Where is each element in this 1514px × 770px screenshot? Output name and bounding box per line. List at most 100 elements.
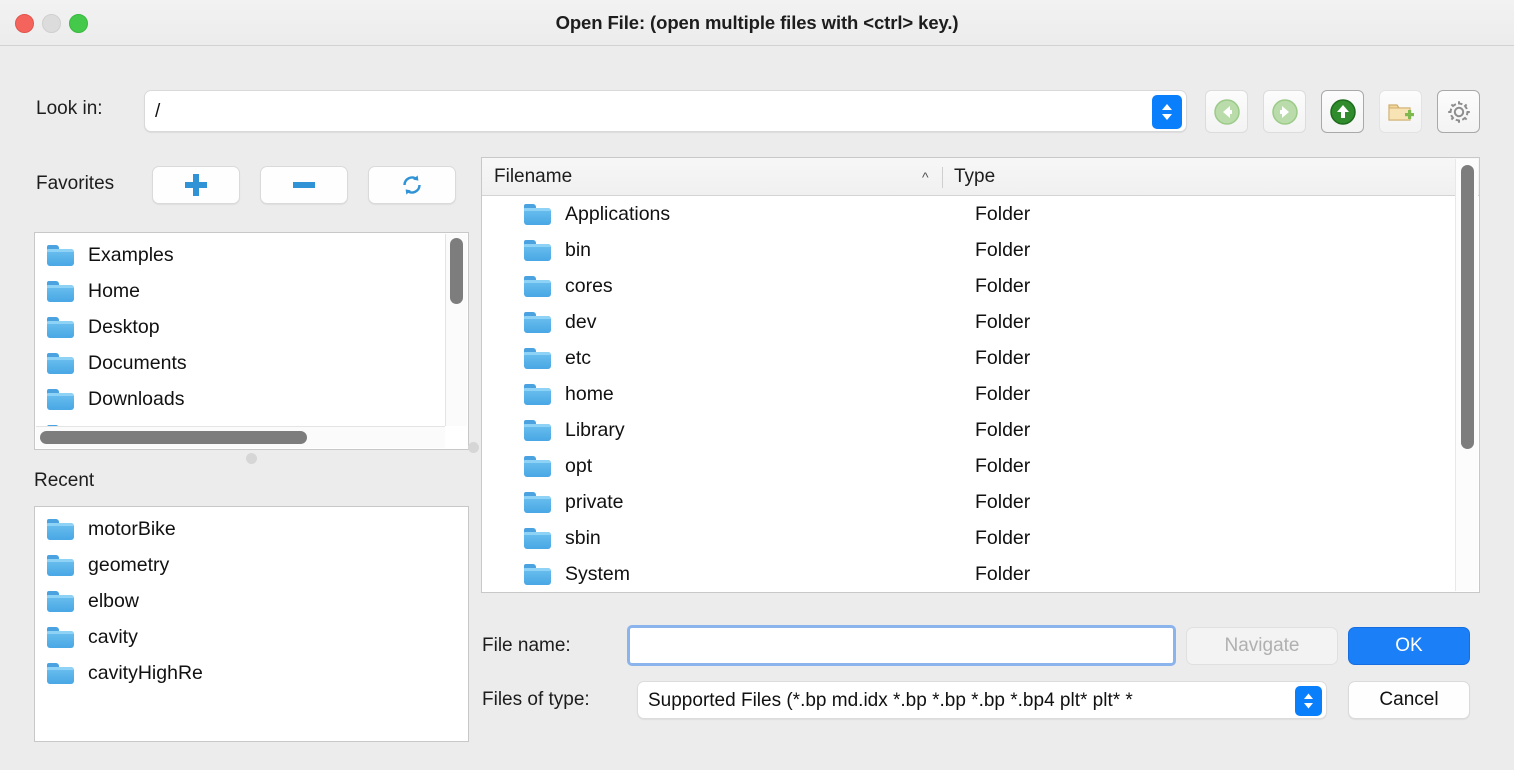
file-list-panel[interactable]: Filename ^ Type Applications Folder bin … bbox=[481, 157, 1480, 593]
file-name-cell: cores bbox=[565, 274, 613, 297]
file-list-header: Filename ^ Type bbox=[482, 158, 1479, 196]
column-header-filename[interactable]: Filename bbox=[494, 158, 572, 196]
files-of-type-label: Files of type: bbox=[482, 689, 590, 710]
file-type-cell: Folder bbox=[975, 382, 1031, 405]
scrollbar-thumb[interactable] bbox=[40, 431, 307, 444]
list-item[interactable]: Home bbox=[35, 273, 435, 309]
scrollbar-thumb[interactable] bbox=[450, 238, 463, 304]
arrow-left-circle-icon bbox=[1213, 98, 1240, 125]
list-item-label: elbow bbox=[88, 589, 139, 612]
table-row[interactable]: home Folder bbox=[482, 376, 1455, 412]
navigate-button[interactable]: Navigate bbox=[1186, 627, 1338, 665]
look-in-value: / bbox=[155, 101, 161, 122]
table-row[interactable]: cores Folder bbox=[482, 268, 1455, 304]
favorites-horizontal-scrollbar[interactable] bbox=[36, 426, 445, 448]
file-type-cell: Folder bbox=[975, 418, 1031, 441]
column-header-type[interactable]: Type bbox=[954, 158, 995, 196]
file-name-cell: private bbox=[565, 490, 624, 513]
folder-icon bbox=[47, 316, 74, 338]
list-item[interactable]: geometry bbox=[35, 547, 468, 583]
folder-icon bbox=[524, 203, 551, 225]
chevron-updown-icon[interactable] bbox=[1295, 686, 1322, 716]
file-type-cell: Folder bbox=[975, 274, 1031, 297]
folder-icon bbox=[524, 383, 551, 405]
list-item-label: Examples bbox=[88, 243, 174, 266]
column-divider[interactable] bbox=[942, 167, 943, 188]
list-item[interactable]: Desktop bbox=[35, 309, 435, 345]
table-row[interactable]: dev Folder bbox=[482, 304, 1455, 340]
file-type-cell: Folder bbox=[975, 490, 1031, 513]
list-item-label: Downloads bbox=[88, 387, 185, 410]
list-item-label: motorBike bbox=[88, 517, 176, 540]
folder-icon bbox=[47, 280, 74, 302]
table-row[interactable]: etc Folder bbox=[482, 340, 1455, 376]
settings-button[interactable] bbox=[1437, 90, 1480, 133]
arrow-right-circle-icon bbox=[1271, 98, 1298, 125]
table-row[interactable]: Applications Folder bbox=[482, 196, 1455, 232]
vertical-splitter-handle[interactable] bbox=[468, 442, 479, 453]
folder-icon bbox=[47, 388, 74, 410]
folder-icon bbox=[524, 419, 551, 441]
title-bar: Open File: (open multiple files with <ct… bbox=[0, 0, 1514, 46]
list-item[interactable]: cavityHighRe bbox=[35, 655, 468, 691]
remove-favorite-button[interactable] bbox=[260, 166, 348, 204]
file-name-cell: etc bbox=[565, 346, 592, 369]
folder-icon bbox=[47, 244, 74, 266]
file-name-cell: home bbox=[565, 382, 614, 405]
list-item[interactable]: elbow bbox=[35, 583, 468, 619]
file-type-cell: Folder bbox=[975, 310, 1031, 333]
folder-icon bbox=[524, 527, 551, 549]
file-type-cell: Folder bbox=[975, 346, 1031, 369]
recent-label: Recent bbox=[34, 470, 95, 491]
recent-list[interactable]: motorBike geometry elbow cavity cavityHi… bbox=[34, 506, 469, 742]
table-row[interactable]: sbin Folder bbox=[482, 520, 1455, 556]
file-type-cell: Folder bbox=[975, 238, 1031, 261]
window-title: Open File: (open multiple files with <ct… bbox=[555, 12, 959, 33]
add-favorite-button[interactable] bbox=[152, 166, 240, 204]
table-row[interactable]: System Folder bbox=[482, 556, 1455, 592]
list-item-label: Documents bbox=[88, 351, 187, 374]
list-item[interactable]: motorBike bbox=[35, 511, 468, 547]
files-of-type-combo[interactable]: Supported Files (*.bp md.idx *.bp *.bp *… bbox=[637, 681, 1327, 719]
table-row[interactable]: bin Folder bbox=[482, 232, 1455, 268]
folder-plus-icon bbox=[1387, 103, 1414, 121]
folder-icon bbox=[47, 590, 74, 612]
file-name-cell: Library bbox=[565, 418, 625, 441]
cancel-button[interactable]: Cancel bbox=[1348, 681, 1470, 719]
list-item[interactable]: Examples bbox=[35, 237, 435, 273]
folder-icon bbox=[524, 563, 551, 585]
folder-icon bbox=[524, 239, 551, 261]
chevron-updown-icon[interactable] bbox=[1152, 95, 1182, 129]
list-item-label: Desktop bbox=[88, 315, 160, 338]
favorites-vertical-scrollbar[interactable] bbox=[445, 234, 467, 426]
file-name-cell: opt bbox=[565, 454, 593, 477]
file-name-cell: Applications bbox=[565, 202, 671, 225]
look-in-combo[interactable]: / bbox=[144, 90, 1187, 132]
folder-icon bbox=[47, 626, 74, 648]
forward-button[interactable] bbox=[1263, 90, 1306, 133]
list-item[interactable]: cavity bbox=[35, 619, 468, 655]
favorites-list[interactable]: Examples Home Desktop Documents Download… bbox=[34, 232, 469, 450]
file-list-vertical-scrollbar[interactable] bbox=[1455, 159, 1478, 591]
horizontal-splitter-handle[interactable] bbox=[246, 453, 257, 464]
refresh-favorites-button[interactable] bbox=[368, 166, 456, 204]
list-item[interactable]: Downloads bbox=[35, 381, 435, 417]
file-name-label: File name: bbox=[482, 635, 571, 656]
list-item-label: cavity bbox=[88, 625, 138, 648]
table-row[interactable]: opt Folder bbox=[482, 448, 1455, 484]
list-item-label: geometry bbox=[88, 553, 170, 576]
scrollbar-thumb[interactable] bbox=[1461, 165, 1474, 449]
arrow-up-circle-icon bbox=[1329, 98, 1356, 125]
back-button[interactable] bbox=[1205, 90, 1248, 133]
parent-dir-button[interactable] bbox=[1321, 90, 1364, 133]
table-row[interactable]: private Folder bbox=[482, 484, 1455, 520]
sort-ascending-icon: ^ bbox=[922, 169, 929, 185]
file-name-cell: dev bbox=[565, 310, 597, 333]
file-name-cell: bin bbox=[565, 238, 592, 261]
folder-icon bbox=[524, 275, 551, 297]
table-row[interactable]: Library Folder bbox=[482, 412, 1455, 448]
list-item[interactable]: Documents bbox=[35, 345, 435, 381]
new-folder-button[interactable] bbox=[1379, 90, 1422, 133]
ok-button[interactable]: OK bbox=[1348, 627, 1470, 665]
file-name-input[interactable] bbox=[627, 625, 1176, 666]
